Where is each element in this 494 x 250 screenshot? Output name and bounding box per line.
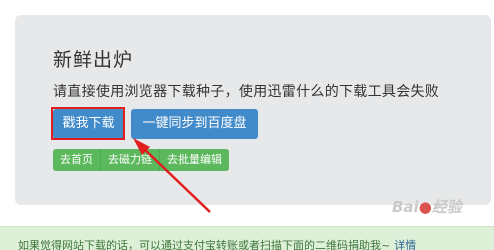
link-button-group: 去首页 去磁力链 去批量编辑 <box>53 149 229 171</box>
donation-notice: 如果觉得网站下载的话，可以通过支付宝转账或者扫描下面的二维码捐助我~ 详情 <box>0 226 494 250</box>
home-link-button[interactable]: 去首页 <box>53 149 100 171</box>
notice-text: 如果觉得网站下载的话，可以通过支付宝转账或者扫描下面的二维码捐助我~ <box>18 239 391 250</box>
baidu-sync-button[interactable]: 一键同步到百度盘 <box>131 109 258 139</box>
page-title: 新鲜出炉 <box>53 49 134 71</box>
magnet-link-button[interactable]: 去磁力链 <box>100 149 159 171</box>
watermark-logo: Bai●经验 <box>392 198 462 216</box>
download-button[interactable]: 戳我下载 <box>53 109 124 139</box>
page-subtitle: 请直接使用浏览器下载种子，使用迅雷什么的下载工具会失败 <box>53 84 440 100</box>
batch-edit-link-button[interactable]: 去批量编辑 <box>159 149 229 171</box>
notice-details-link[interactable]: 详情 <box>394 239 416 250</box>
